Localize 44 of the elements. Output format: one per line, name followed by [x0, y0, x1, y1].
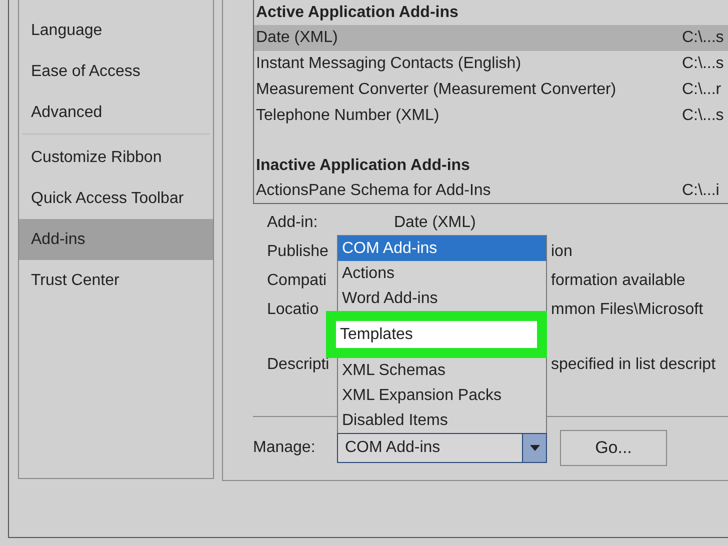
addin-name: Date (XML): [255, 28, 339, 48]
addin-row[interactable]: Date (XML) C:\...s: [254, 25, 728, 51]
sidebar-item[interactable]: Ease of Access: [19, 51, 213, 92]
group-heading: Inactive Application Add-ins: [255, 156, 471, 176]
group-heading: Active Application Add-ins: [255, 2, 460, 22]
dropdown-option[interactable]: XML Expansion Packs: [338, 383, 546, 408]
manage-dropdown[interactable]: COM Add-ins: [337, 433, 547, 463]
addin-row[interactable]: Instant Messaging Contacts (English) C:\...s: [254, 51, 728, 77]
addin-row[interactable]: Measurement Converter (Measurement Converter) C:\...r: [254, 77, 728, 103]
detail-label: Add-in:: [267, 214, 318, 230]
sidebar-item[interactable]: Add-ins: [19, 219, 213, 260]
sidebar-item[interactable]: Quick Access Toolbar: [19, 178, 213, 219]
detail-label: Descripti: [267, 356, 330, 372]
sidebar-item[interactable]: Trust Center: [19, 260, 213, 301]
detail-value: mmon Files\Microsoft: [551, 300, 704, 320]
manage-label: Manage:: [253, 438, 316, 458]
dropdown-option[interactable]: Disabled Items: [338, 408, 546, 433]
detail-label: Publishe: [267, 242, 328, 260]
addin-location: C:\...s: [682, 28, 724, 48]
sidebar-item[interactable]: Advanced: [19, 92, 213, 133]
dropdown-option[interactable]: Templates: [326, 311, 547, 358]
dropdown-option[interactable]: Actions: [338, 261, 546, 286]
addin-row[interactable]: ActionsPane Schema for Add-Ins C:\...i: [254, 178, 728, 203]
dropdown-option[interactable]: Word Add-ins: [338, 286, 546, 311]
addin-name: Telephone Number (XML): [255, 106, 440, 126]
addin-location: C:\...i: [682, 181, 720, 201]
addin-location: C:\...s: [682, 54, 724, 74]
detail-label: Locatio: [267, 300, 319, 318]
addin-name: Instant Messaging Contacts (English): [255, 54, 522, 74]
sidebar-item[interactable]: Customize Ribbon: [19, 137, 213, 178]
addin-name: Measurement Converter (Measurement Converter): [255, 80, 618, 100]
go-button[interactable]: Go...: [560, 430, 667, 466]
detail-value: ion: [551, 242, 572, 262]
addin-location: C:\...r: [682, 80, 722, 100]
sidebar-item[interactable]: Language: [19, 10, 213, 51]
addin-name: ActionsPane Schema for Add-Ins: [255, 181, 492, 201]
dropdown-option[interactable]: XML Schemas: [338, 358, 546, 383]
addin-row[interactable]: Telephone Number (XML) C:\...s: [254, 103, 728, 129]
detail-value: Date (XML): [394, 212, 476, 232]
dropdown-option[interactable]: COM Add-ins: [338, 236, 546, 261]
detail-value: specified in list descript: [551, 354, 716, 374]
detail-label: Compati: [267, 272, 327, 288]
detail-value: formation available: [551, 270, 686, 290]
addin-location: C:\...s: [682, 106, 724, 126]
